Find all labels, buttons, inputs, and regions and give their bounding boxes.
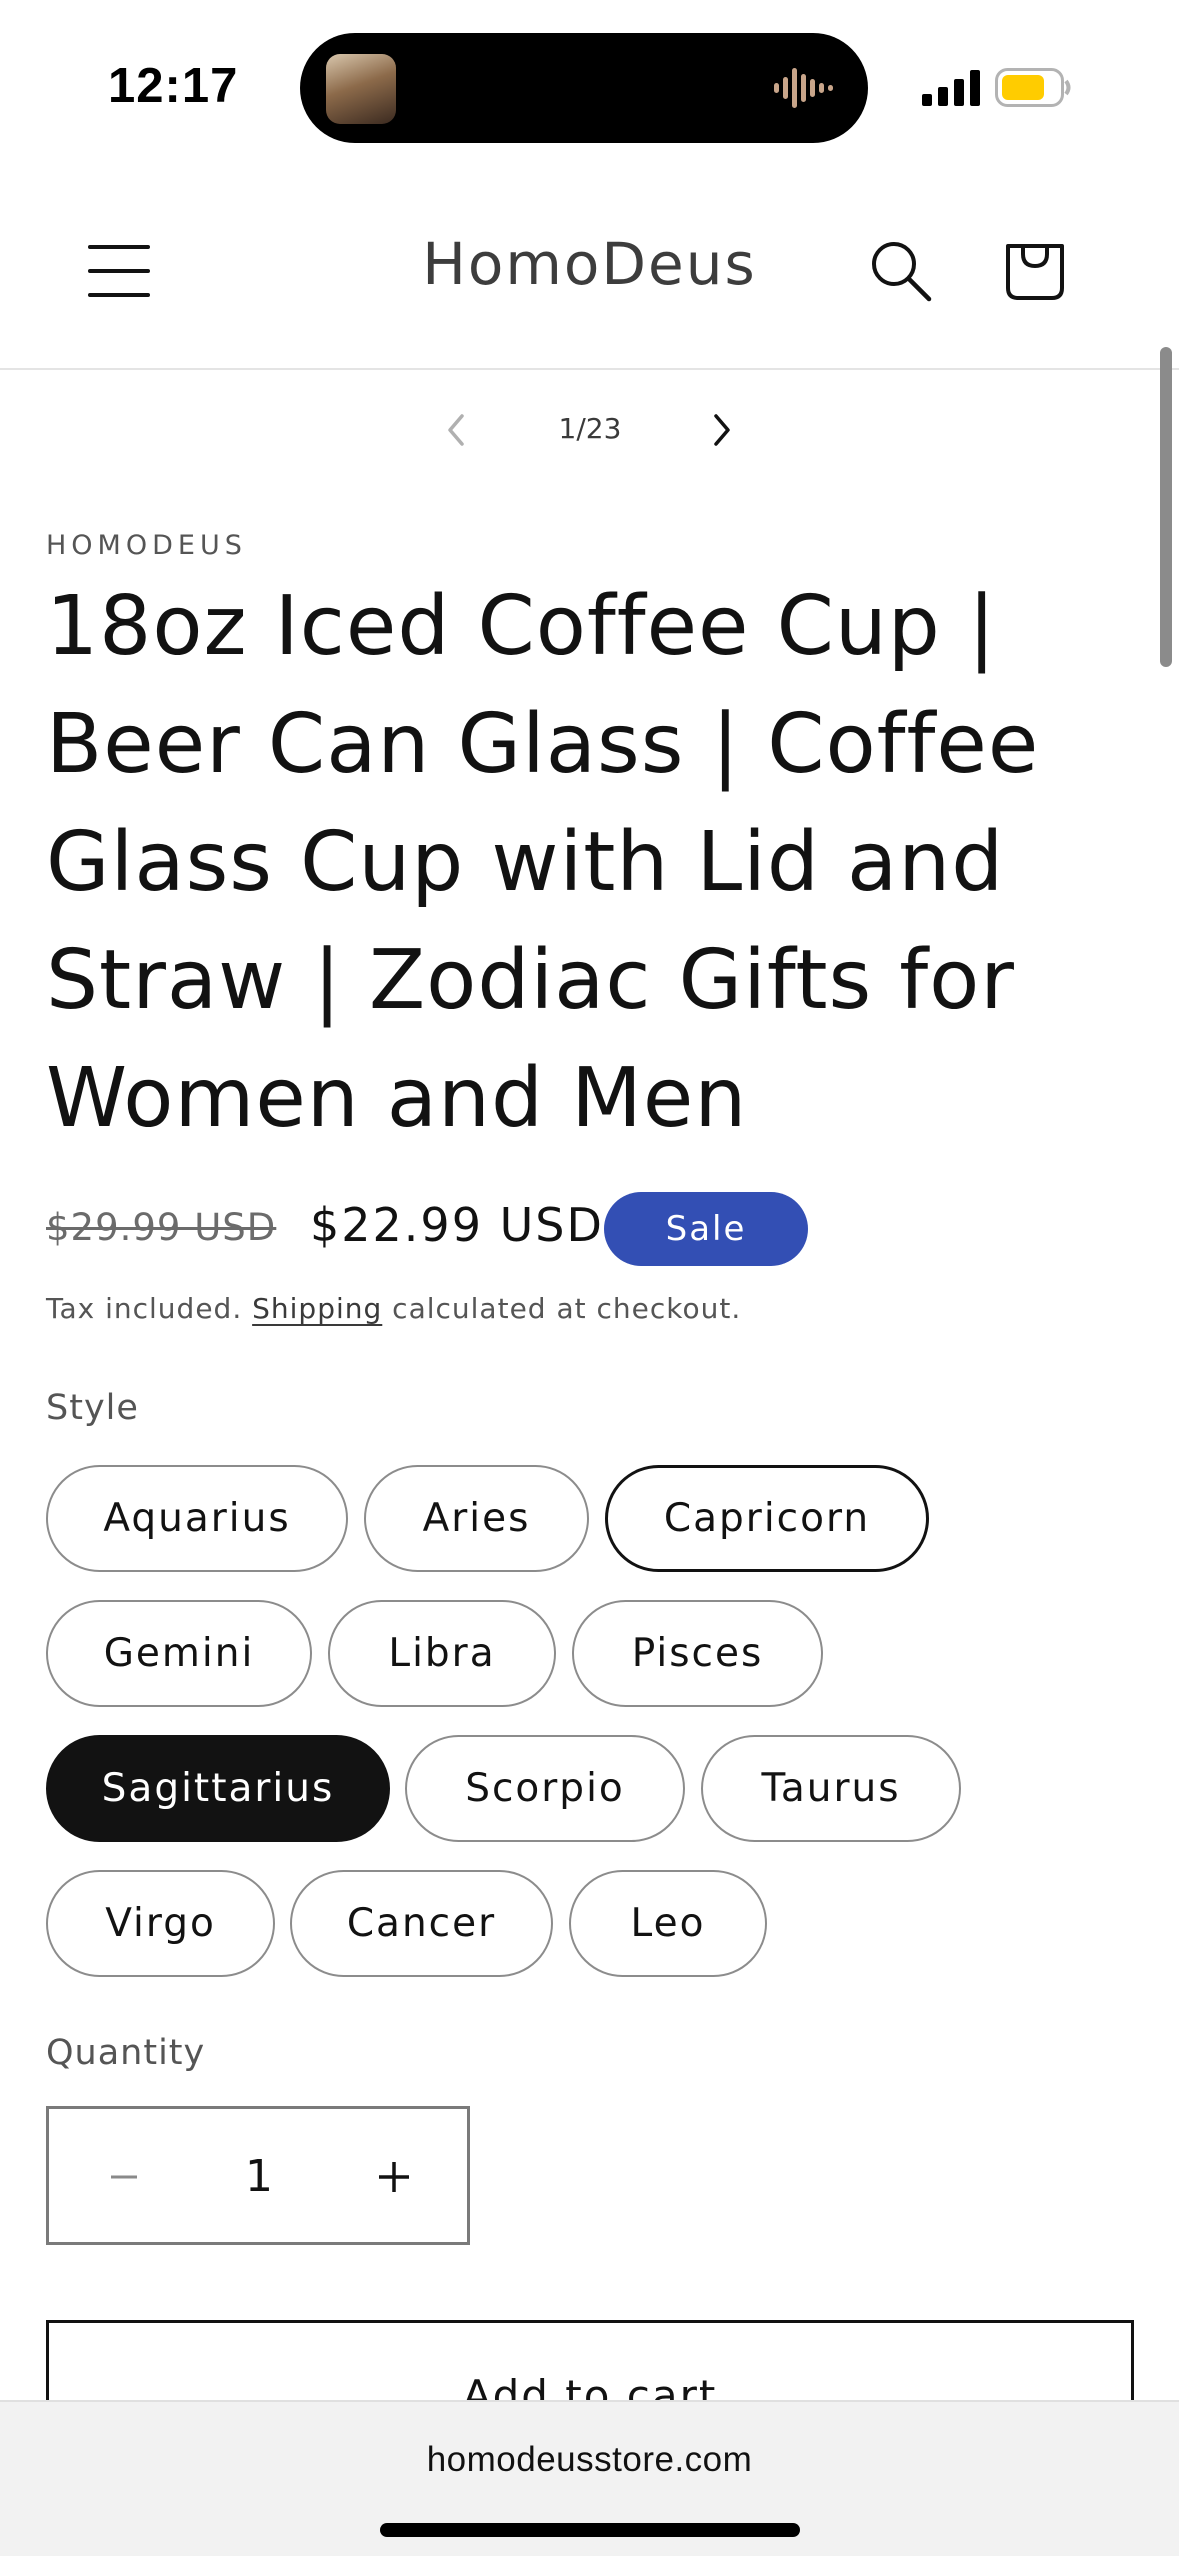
style-option-leo[interactable]: Leo <box>569 1870 767 1977</box>
quantity-stepper: 1 <box>46 2106 470 2245</box>
dynamic-island[interactable] <box>300 33 868 143</box>
minus-icon[interactable] <box>89 2139 159 2215</box>
style-option-taurus[interactable]: Taurus <box>701 1735 961 1842</box>
status-bar: 12:17 <box>0 0 1179 170</box>
quantity-label: Quantity <box>46 2033 206 2073</box>
site-header: HomoDeus <box>0 170 1179 370</box>
cellular-signal-icon <box>922 70 980 106</box>
shipping-link[interactable]: Shipping <box>252 1292 382 1325</box>
quantity-input[interactable]: 1 <box>199 2135 319 2219</box>
audio-waveform-icon <box>774 68 833 108</box>
style-option-pisces[interactable]: Pisces <box>572 1600 823 1707</box>
browser-address-bar: homodeusstore.com <box>0 2400 1179 2556</box>
tax-note-before: Tax included. <box>46 1292 253 1325</box>
url-field[interactable]: homodeusstore.com <box>0 2440 1179 2480</box>
chevron-right-icon[interactable] <box>704 410 738 450</box>
home-indicator[interactable] <box>380 2523 800 2537</box>
style-option-scorpio[interactable]: Scorpio <box>405 1735 685 1842</box>
product-vendor: HOMODEUS <box>46 530 247 561</box>
style-option-gemini[interactable]: Gemini <box>46 1600 312 1707</box>
product-title: 18oz Iced Coffee Cup | Beer Can Glass | … <box>46 579 1040 1146</box>
style-option-cancer[interactable]: Cancer <box>290 1870 553 1977</box>
pager-count: 1/23 <box>558 412 622 445</box>
tax-note-after: calculated at checkout. <box>382 1292 742 1325</box>
battery-icon <box>995 68 1071 107</box>
style-option-virgo[interactable]: Virgo <box>46 1870 275 1977</box>
style-option-capricorn[interactable]: Capricorn <box>605 1465 929 1572</box>
sale-badge: Sale <box>604 1192 808 1266</box>
plus-icon[interactable] <box>359 2139 429 2215</box>
chevron-left-icon[interactable] <box>440 410 474 450</box>
style-option-aquarius[interactable]: Aquarius <box>46 1465 348 1572</box>
page-scrollbar[interactable] <box>1160 347 1172 667</box>
cart-icon[interactable] <box>1002 236 1068 302</box>
tax-note: Tax included. Shipping calculated at che… <box>46 1292 741 1325</box>
image-pager: 1/23 <box>0 400 1179 460</box>
style-label: Style <box>46 1388 139 1428</box>
style-option-libra[interactable]: Libra <box>328 1600 556 1707</box>
sale-price: $22.99 USD <box>310 1198 604 1252</box>
style-option-sagittarius[interactable]: Sagittarius <box>46 1735 390 1842</box>
now-playing-artwork <box>326 54 396 124</box>
status-time: 12:17 <box>108 59 239 113</box>
style-option-aries[interactable]: Aries <box>364 1465 589 1572</box>
search-icon[interactable] <box>870 240 932 302</box>
compare-at-price: $29.99 USD <box>46 1206 277 1249</box>
